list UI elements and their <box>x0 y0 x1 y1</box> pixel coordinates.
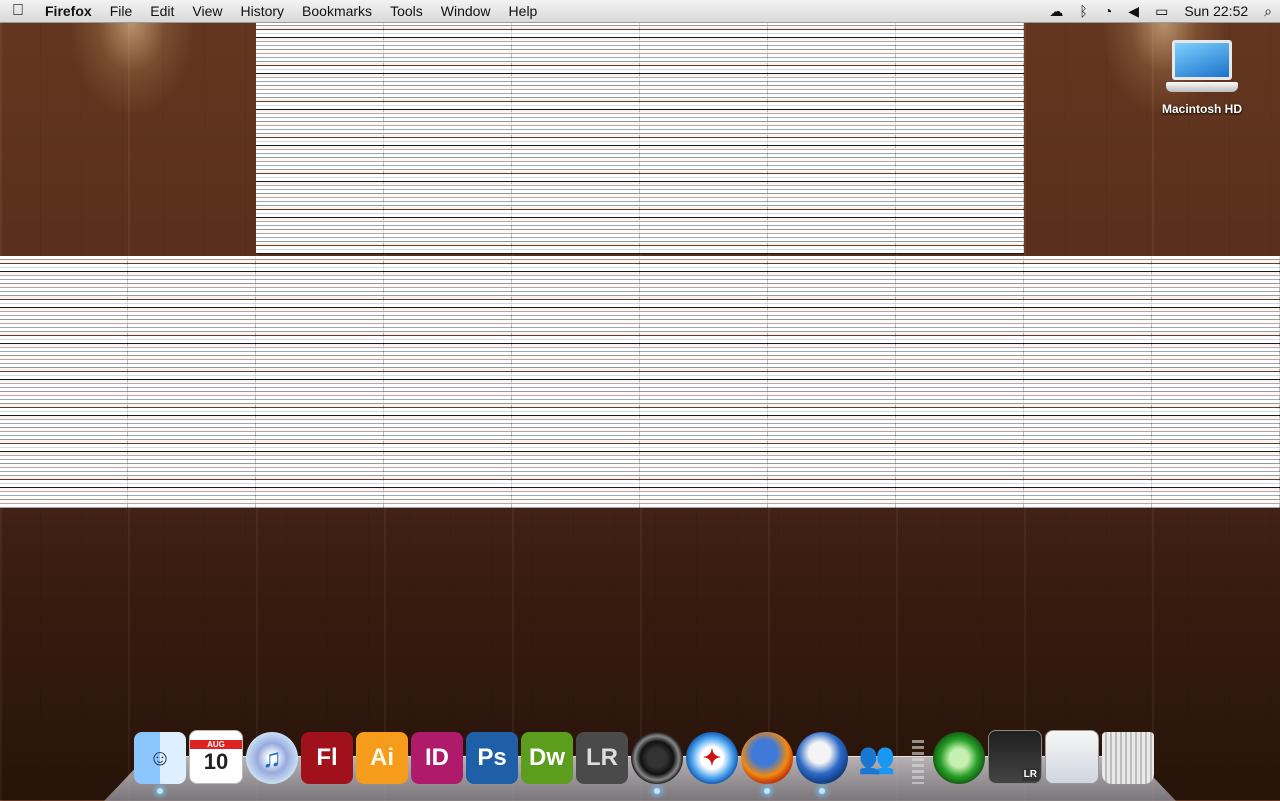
menu-edit[interactable]: Edit <box>141 3 183 19</box>
menu-bookmarks[interactable]: Bookmarks <box>293 3 381 19</box>
laptop-drive-icon <box>1166 38 1238 100</box>
battery-icon[interactable]: ▭ <box>1147 3 1176 20</box>
wifi-icon[interactable]: ◔ <box>1096 3 1120 19</box>
lightroom-icon[interactable]: LR <box>576 732 628 784</box>
status-area: ☁ ᛒ ◔ ◀ ▭ Sun 22:52 ⌕ <box>1041 0 1280 22</box>
spotlight-icon[interactable]: ⌕ <box>1256 3 1280 20</box>
menu-file[interactable]: File <box>101 3 142 19</box>
firefox-icon[interactable] <box>741 732 793 794</box>
desktop-icon-macintosh-hd[interactable]: Macintosh HD <box>1150 38 1254 116</box>
firefox-window-thumbnail-icon[interactable] <box>1045 730 1099 784</box>
flash-icon[interactable]: Fl <box>301 732 353 784</box>
indesign-icon[interactable]: ID <box>411 732 463 784</box>
wallpaper-light <box>72 22 192 112</box>
bluetooth-icon[interactable]: ᛒ <box>1071 3 1095 19</box>
menu-tools[interactable]: Tools <box>381 3 432 19</box>
finder-icon[interactable]: ☺ <box>134 732 186 794</box>
menu-history[interactable]: History <box>231 3 293 19</box>
glitched-window-wide <box>0 256 1280 508</box>
time-machine-icon[interactable] <box>933 732 985 784</box>
desktop-icon-label: Macintosh HD <box>1161 102 1242 116</box>
dock-separator[interactable] <box>912 740 924 784</box>
lightroom-window-thumbnail-icon[interactable]: LR <box>988 730 1042 784</box>
app-menu-firefox[interactable]: Firefox <box>36 3 101 19</box>
photoshop-icon[interactable]: Ps <box>466 732 518 784</box>
clock[interactable]: Sun 22:52 <box>1176 3 1256 19</box>
menu-view[interactable]: View <box>183 3 231 19</box>
menu-bar:  Firefox File Edit View History Bookmar… <box>0 0 1280 23</box>
dock: ☺ AUG 10 ♫ Fl Ai ID Ps Dw LR ✦ 👥 LR <box>134 730 1154 794</box>
thunderbird-icon[interactable] <box>796 732 848 794</box>
camera-icon[interactable] <box>631 732 683 794</box>
menu-window[interactable]: Window <box>432 3 500 19</box>
sync-icon[interactable]: ☁ <box>1041 3 1071 20</box>
volume-icon[interactable]: ◀ <box>1120 3 1147 20</box>
ical-icon[interactable]: AUG 10 <box>189 730 243 784</box>
safari-icon[interactable]: ✦ <box>686 732 738 784</box>
dreamweaver-icon[interactable]: Dw <box>521 732 573 784</box>
trash-icon[interactable] <box>1102 732 1154 784</box>
apple-logo-icon[interactable]:  <box>0 2 36 20</box>
illustrator-icon[interactable]: Ai <box>356 732 408 784</box>
glitched-window-top <box>256 22 1024 254</box>
menu-help[interactable]: Help <box>500 3 547 19</box>
itunes-icon[interactable]: ♫ <box>246 732 298 784</box>
messenger-icon[interactable]: 👥 <box>851 732 903 784</box>
